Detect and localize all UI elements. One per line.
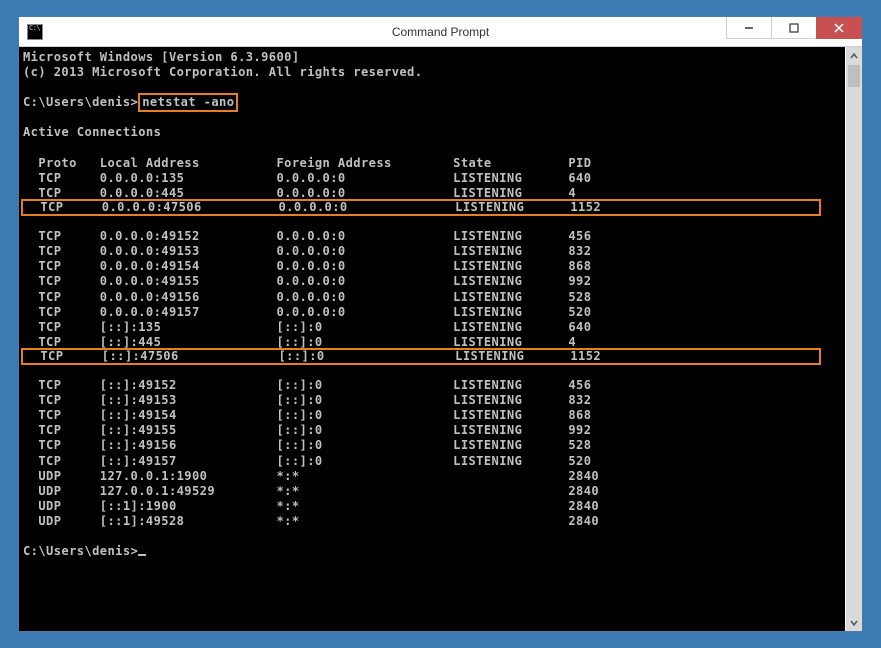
minimize-button[interactable]: [726, 17, 772, 39]
table-row: TCP 0.0.0.0:49156 0.0.0.0:0 LISTENING 52…: [23, 290, 591, 304]
prompt-line: C:\Users\denis>netstat -ano: [23, 95, 238, 109]
command-prompt-window: Command Prompt Microsoft Windows [Versio…: [18, 16, 863, 632]
table-row: TCP 0.0.0.0:49157 0.0.0.0:0 LISTENING 52…: [23, 305, 591, 319]
banner-line1: Microsoft Windows [Version 6.3.9600]: [23, 50, 300, 64]
table-row: UDP 127.0.0.1:49529 *:* 2840: [23, 484, 599, 498]
table-row-highlight: TCP [::]:47506 [::]:0 LISTENING 1152: [21, 348, 821, 365]
close-button[interactable]: [816, 17, 862, 39]
close-icon: [834, 23, 844, 33]
window-buttons: [727, 17, 862, 46]
table-row: TCP [::]:49153 [::]:0 LISTENING 832: [23, 393, 591, 407]
table-row: TCP [::]:135 [::]:0 LISTENING 640: [23, 320, 591, 334]
maximize-button[interactable]: [771, 17, 817, 39]
titlebar[interactable]: Command Prompt: [19, 17, 862, 47]
scroll-down-button[interactable]: [846, 614, 862, 631]
terminal-output[interactable]: Microsoft Windows [Version 6.3.9600] (c)…: [19, 47, 845, 631]
chevron-up-icon: [850, 52, 858, 60]
scroll-up-button[interactable]: [846, 47, 862, 64]
table-row: TCP [::]:445 [::]:0 LISTENING 4: [23, 335, 576, 349]
scrollbar-thumb[interactable]: [848, 65, 860, 87]
table-row: TCP 0.0.0.0:135 0.0.0.0:0 LISTENING 640: [23, 171, 591, 185]
client-area: Microsoft Windows [Version 6.3.9600] (c)…: [19, 47, 862, 631]
table-row: TCP 0.0.0.0:49153 0.0.0.0:0 LISTENING 83…: [23, 244, 591, 258]
table-row: TCP 0.0.0.0:445 0.0.0.0:0 LISTENING 4: [23, 186, 576, 200]
cmd-icon: [27, 24, 43, 40]
table-row: TCP [::]:49152 [::]:0 LISTENING 456: [23, 378, 591, 392]
table-row: TCP [::]:49155 [::]:0 LISTENING 992: [23, 423, 591, 437]
table-row: UDP [::1]:49528 *:* 2840: [23, 514, 599, 528]
table-row: TCP 0.0.0.0:49154 0.0.0.0:0 LISTENING 86…: [23, 259, 591, 273]
table-row: TCP 0.0.0.0:49155 0.0.0.0:0 LISTENING 99…: [23, 274, 591, 288]
cursor: [138, 554, 146, 556]
table-row: TCP [::]:49154 [::]:0 LISTENING 868: [23, 408, 591, 422]
prompt-waiting: C:\Users\denis>: [23, 544, 146, 558]
command-highlight: netstat -ano: [138, 93, 238, 112]
vertical-scrollbar[interactable]: [845, 47, 862, 631]
table-header: Proto Local Address Foreign Address Stat…: [23, 156, 591, 170]
table-row-highlight: TCP 0.0.0.0:47506 0.0.0.0:0 LISTENING 11…: [21, 199, 821, 216]
table-row: UDP [::1]:1900 *:* 2840: [23, 499, 599, 513]
table-row: TCP 0.0.0.0:49152 0.0.0.0:0 LISTENING 45…: [23, 229, 591, 243]
minimize-icon: [744, 23, 754, 33]
table-row: TCP [::]:49157 [::]:0 LISTENING 520: [23, 454, 591, 468]
maximize-icon: [789, 23, 799, 33]
section-title: Active Connections: [23, 125, 161, 139]
table-row: TCP [::]:49156 [::]:0 LISTENING 528: [23, 438, 591, 452]
table-row: UDP 127.0.0.1:1900 *:* 2840: [23, 469, 599, 483]
banner-line2: (c) 2013 Microsoft Corporation. All righ…: [23, 65, 422, 79]
chevron-down-icon: [850, 619, 858, 627]
